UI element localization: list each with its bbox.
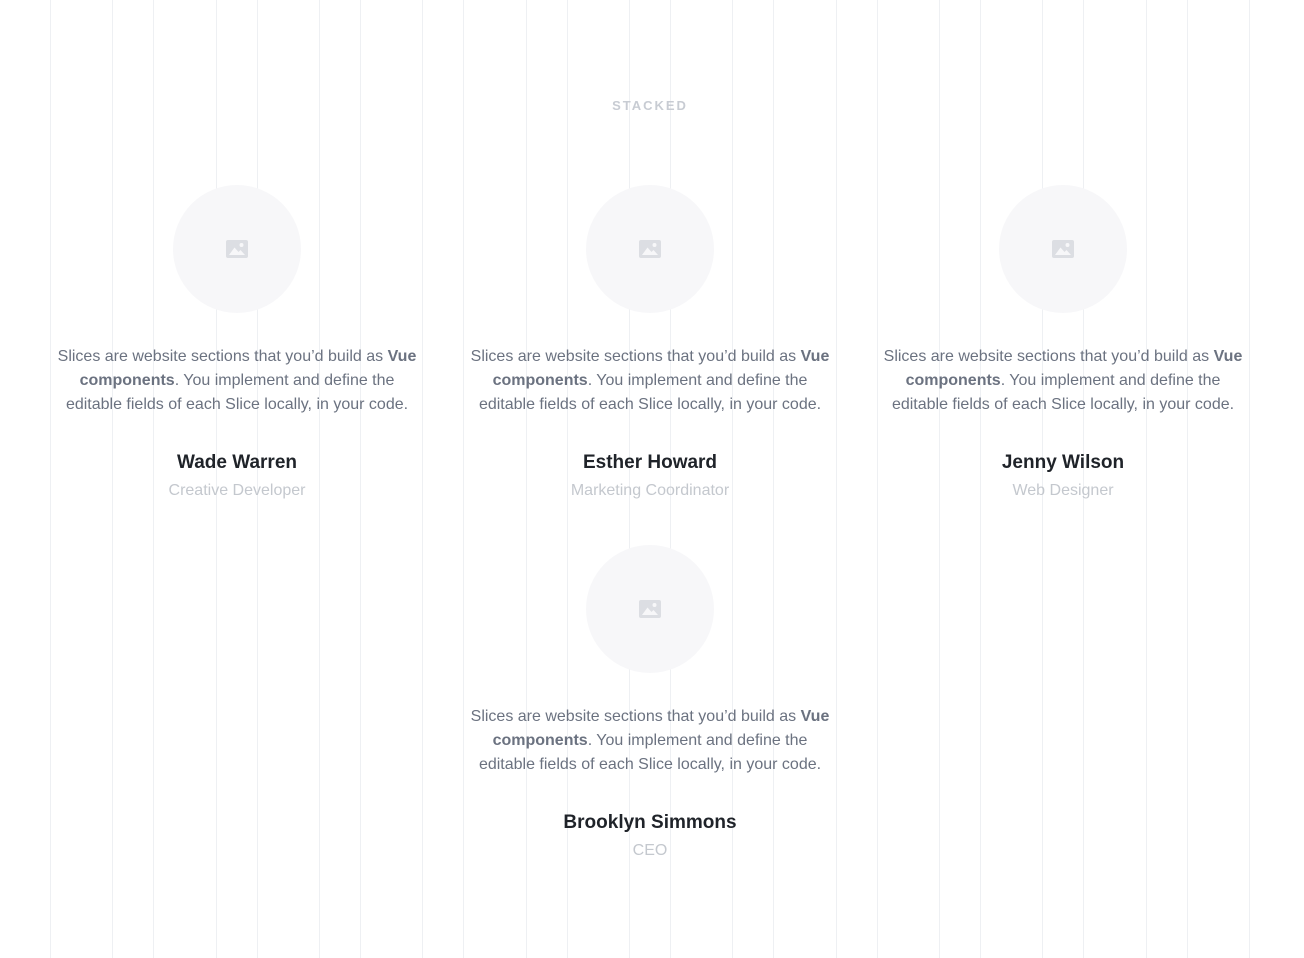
person-name: Jenny Wilson <box>1001 452 1125 473</box>
section-eyebrow: STACKED <box>612 98 688 113</box>
testimonial-quote: Slices are website sections that you’d b… <box>883 348 1243 413</box>
avatar <box>586 185 714 313</box>
image-placeholder-icon <box>639 240 661 258</box>
testimonial-quote: Slices are website sections that you’d b… <box>470 348 830 413</box>
testimonial-quote: Slices are website sections that you’d b… <box>57 348 417 413</box>
person-name: Esther Howard <box>582 452 718 473</box>
person-name: Wade Warren <box>176 452 297 473</box>
testimonial-card: Slices are website sections that you’d b… <box>873 185 1253 501</box>
person-role: Web Designer <box>1012 482 1114 499</box>
page: STACKED Slices are website sections that… <box>0 0 1304 958</box>
person-role: Creative Developer <box>168 482 306 499</box>
testimonial-card: Slices are website sections that you’d b… <box>47 185 427 501</box>
person-role: CEO <box>632 842 668 859</box>
testimonial-quote: Slices are website sections that you’d b… <box>470 708 830 773</box>
avatar <box>586 545 714 673</box>
image-placeholder-icon <box>639 600 661 618</box>
image-placeholder-icon <box>1052 240 1074 258</box>
person-name: Brooklyn Simmons <box>563 812 737 833</box>
person-role: Marketing Coordinator <box>570 482 730 499</box>
testimonial-card: Slices are website sections that you’d b… <box>460 545 840 861</box>
avatar <box>999 185 1127 313</box>
avatar <box>173 185 301 313</box>
testimonial-card: Slices are website sections that you’d b… <box>460 185 840 501</box>
image-placeholder-icon <box>226 240 248 258</box>
